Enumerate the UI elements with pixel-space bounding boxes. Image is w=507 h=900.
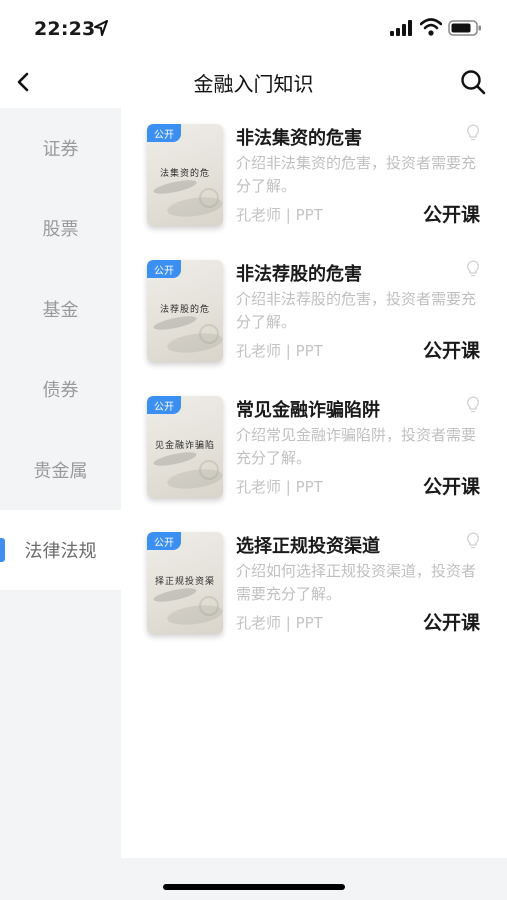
course-meta: 孔老师 | PPT [236,614,323,632]
sidebar-item-label: 法律法规 [24,541,97,562]
cover-ink [152,177,198,197]
nav-bar: 金融入门知识 [0,56,507,108]
sidebar-item-label: 债券 [42,380,79,401]
sidebar-item-label: 基金 [42,300,79,321]
category-sidebar: 证券 股票 基金 债券 贵金属 法律法规 [0,108,121,858]
course-cover: 见金融诈骗陷 公开 [147,396,223,498]
course-title: 常见金融诈骗陷阱 [236,400,380,421]
cover-ink [199,460,219,480]
course-meta: 孔老师 | PPT [236,342,323,360]
public-badge: 公开 [147,532,181,550]
lightbulb-icon[interactable] [466,260,480,278]
status-bar: 22:23 [0,0,507,56]
course-cover: 法荐股的危 公开 [147,260,223,362]
cover-ink [199,596,219,616]
cellular-signal-icon [390,20,412,36]
lightbulb-icon[interactable] [466,532,480,550]
sidebar-item-label: 贵金属 [33,461,88,482]
home-indicator[interactable] [163,884,345,890]
course-type: 公开课 [422,204,480,226]
course-meta: 孔老师 | PPT [236,478,323,496]
sidebar-lower-bg [0,590,121,858]
course-cover: 择正规投资渠 公开 [147,532,223,634]
list-item[interactable]: 见金融诈骗陷 公开 常见金融诈骗陷阱 介绍常见金融诈骗陷阱，投资者需要充分了解。… [121,380,507,516]
course-description: 介绍如何选择正规投资渠道，投资者需要充分了解。 [236,562,477,603]
course-cover: 法集资的危 公开 [147,124,223,226]
course-title: 非法荐股的危害 [236,264,362,285]
sidebar-item-stocks[interactable]: 股票 [0,188,121,268]
cover-text: 择正规投资渠 [154,577,215,587]
course-title: 选择正规投资渠道 [236,536,380,557]
status-time: 22:23 [34,18,96,40]
wifi-icon [420,18,442,36]
battery-icon [448,20,481,36]
lightbulb-icon[interactable] [466,124,480,142]
sidebar-item-securities[interactable]: 证券 [0,108,121,188]
sidebar-item-funds[interactable]: 基金 [0,269,121,349]
sidebar-item-bonds[interactable]: 债券 [0,349,121,429]
cover-ink [152,585,198,605]
cover-ink [199,324,219,344]
cover-ink [152,449,198,469]
course-description: 介绍非法荐股的危害，投资者需要充分了解。 [236,290,477,331]
location-arrow-icon [94,20,108,36]
public-badge: 公开 [147,396,181,414]
list-item[interactable]: 择正规投资渠 公开 选择正规投资渠道 介绍如何选择正规投资渠道，投资者需要充分了… [121,516,507,652]
public-badge: 公开 [147,124,181,142]
sidebar-item-precious-metals[interactable]: 贵金属 [0,430,121,510]
list-item[interactable]: 法集资的危 公开 非法集资的危害 介绍非法集资的危害，投资者需要充分了解。 孔老… [121,108,507,244]
course-description: 介绍常见金融诈骗陷阱，投资者需要充分了解。 [236,426,477,467]
sidebar-item-label: 证券 [42,139,79,160]
lightbulb-icon[interactable] [466,396,480,414]
cover-text: 法集资的危 [159,169,210,179]
course-type: 公开课 [422,612,480,634]
cover-text: 见金融诈骗陷 [154,441,215,451]
course-meta: 孔老师 | PPT [236,206,323,224]
sidebar-item-label: 股票 [42,219,79,240]
list-item[interactable]: 法荐股的危 公开 非法荐股的危害 介绍非法荐股的危害，投资者需要充分了解。 孔老… [121,244,507,380]
chevron-left-icon[interactable] [10,68,38,96]
course-type: 公开课 [422,340,480,362]
public-badge: 公开 [147,260,181,278]
page-title: 金融入门知识 [193,72,314,96]
cover-ink [199,188,219,208]
course-title: 非法集资的危害 [236,128,362,149]
active-indicator [0,538,5,562]
search-icon[interactable] [459,68,487,96]
home-indicator-area [0,858,507,900]
sidebar-item-laws-regulations[interactable]: 法律法规 [0,510,121,590]
course-description: 介绍非法集资的危害，投资者需要充分了解。 [236,154,477,195]
cover-text: 法荐股的危 [159,305,210,315]
course-type: 公开课 [422,476,480,498]
cover-ink [152,313,198,333]
